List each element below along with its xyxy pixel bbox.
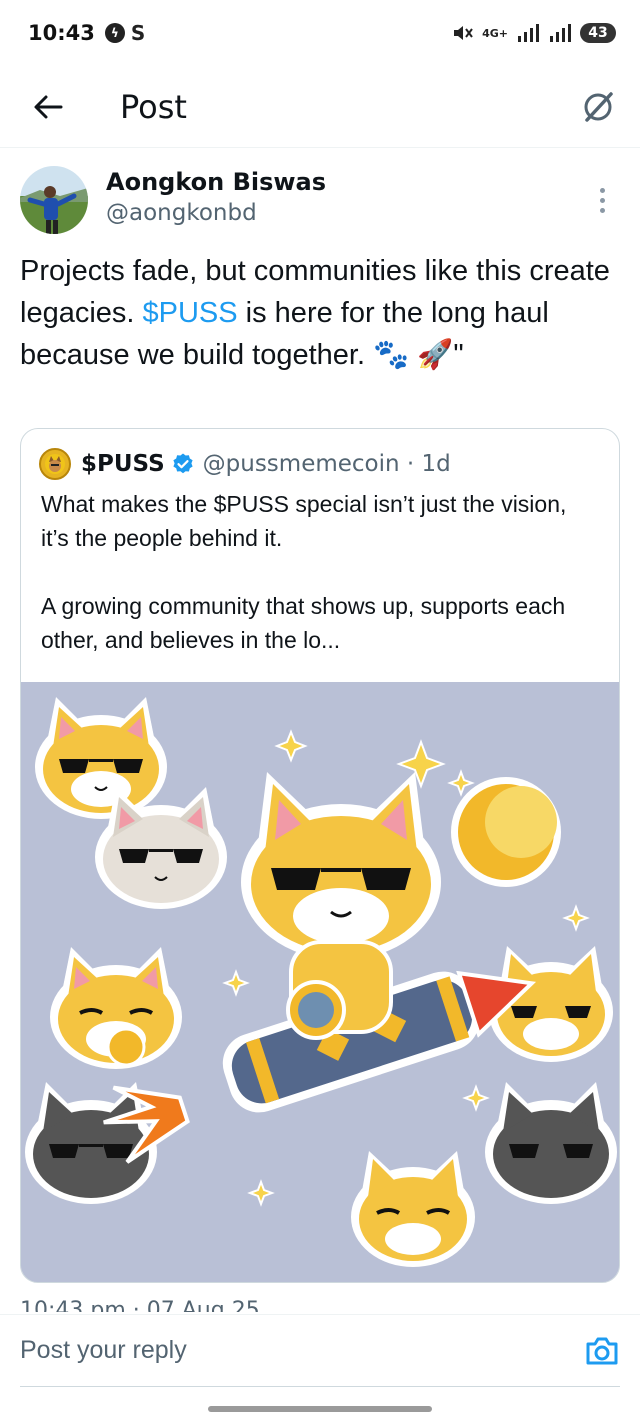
- verified-badge-icon: [173, 453, 193, 474]
- top-nav: Post: [0, 66, 640, 148]
- quoted-post[interactable]: $PUSS @pussmemecoin · 1d What makes the …: [20, 428, 620, 1283]
- sync-icon: S: [130, 21, 146, 45]
- mute-icon: [454, 26, 473, 40]
- more-vertical-icon: [599, 187, 605, 193]
- author-handle[interactable]: @aongkonbd: [106, 200, 326, 226]
- network-label: 4G+: [482, 26, 508, 40]
- grok-button[interactable]: [556, 66, 640, 148]
- status-time: 10:43: [28, 21, 95, 45]
- quote-header: $PUSS @pussmemecoin · 1d: [21, 429, 619, 481]
- avatar-image: [20, 166, 88, 234]
- quote-paragraph: A growing community that shows up, suppo…: [41, 593, 566, 653]
- signal-icon: [518, 24, 539, 42]
- post-text: Projects fade, but communities like this…: [20, 250, 620, 376]
- avatar[interactable]: [20, 166, 88, 234]
- cashtag-link[interactable]: $PUSS: [143, 297, 238, 329]
- quote-paragraph: What makes the $PUSS special isn’t just …: [41, 491, 567, 551]
- more-options-button[interactable]: [588, 180, 616, 220]
- status-right: 4G+ 43: [452, 23, 616, 43]
- battery-badge: 43: [580, 23, 616, 43]
- back-button[interactable]: [0, 66, 96, 148]
- reply-input[interactable]: Post your reply: [20, 1336, 187, 1365]
- cats-rocket-illustration: [21, 682, 619, 1282]
- camera-icon: [586, 1337, 618, 1364]
- post-timestamp: 10:43 pm · 07 Aug 25: [20, 1298, 260, 1312]
- grok-icon: [584, 91, 613, 122]
- quote-handle: @pussmemecoin · 1d: [202, 451, 451, 477]
- reply-underline: [20, 1386, 620, 1387]
- status-bar: 10:43 ϟ S 4G+ 43: [0, 0, 640, 66]
- back-arrow-icon: [34, 95, 63, 118]
- page-title: Post: [120, 87, 187, 126]
- author-name[interactable]: Aongkon Biswas: [106, 168, 326, 196]
- post-header: Aongkon Biswas @aongkonbd: [20, 166, 620, 238]
- camera-button[interactable]: [584, 1333, 620, 1369]
- quote-author-name: $PUSS: [81, 451, 165, 477]
- quote-avatar: [39, 448, 71, 480]
- messenger-icon: ϟ: [104, 23, 125, 43]
- quote-text: What makes the $PUSS special isn’t just …: [21, 481, 619, 657]
- quote-media-image[interactable]: [21, 682, 619, 1282]
- cat-coin-icon: [45, 454, 65, 474]
- signal-icon-2: [550, 24, 571, 42]
- reply-bar: Post your reply: [0, 1314, 640, 1386]
- home-indicator[interactable]: [208, 1406, 432, 1412]
